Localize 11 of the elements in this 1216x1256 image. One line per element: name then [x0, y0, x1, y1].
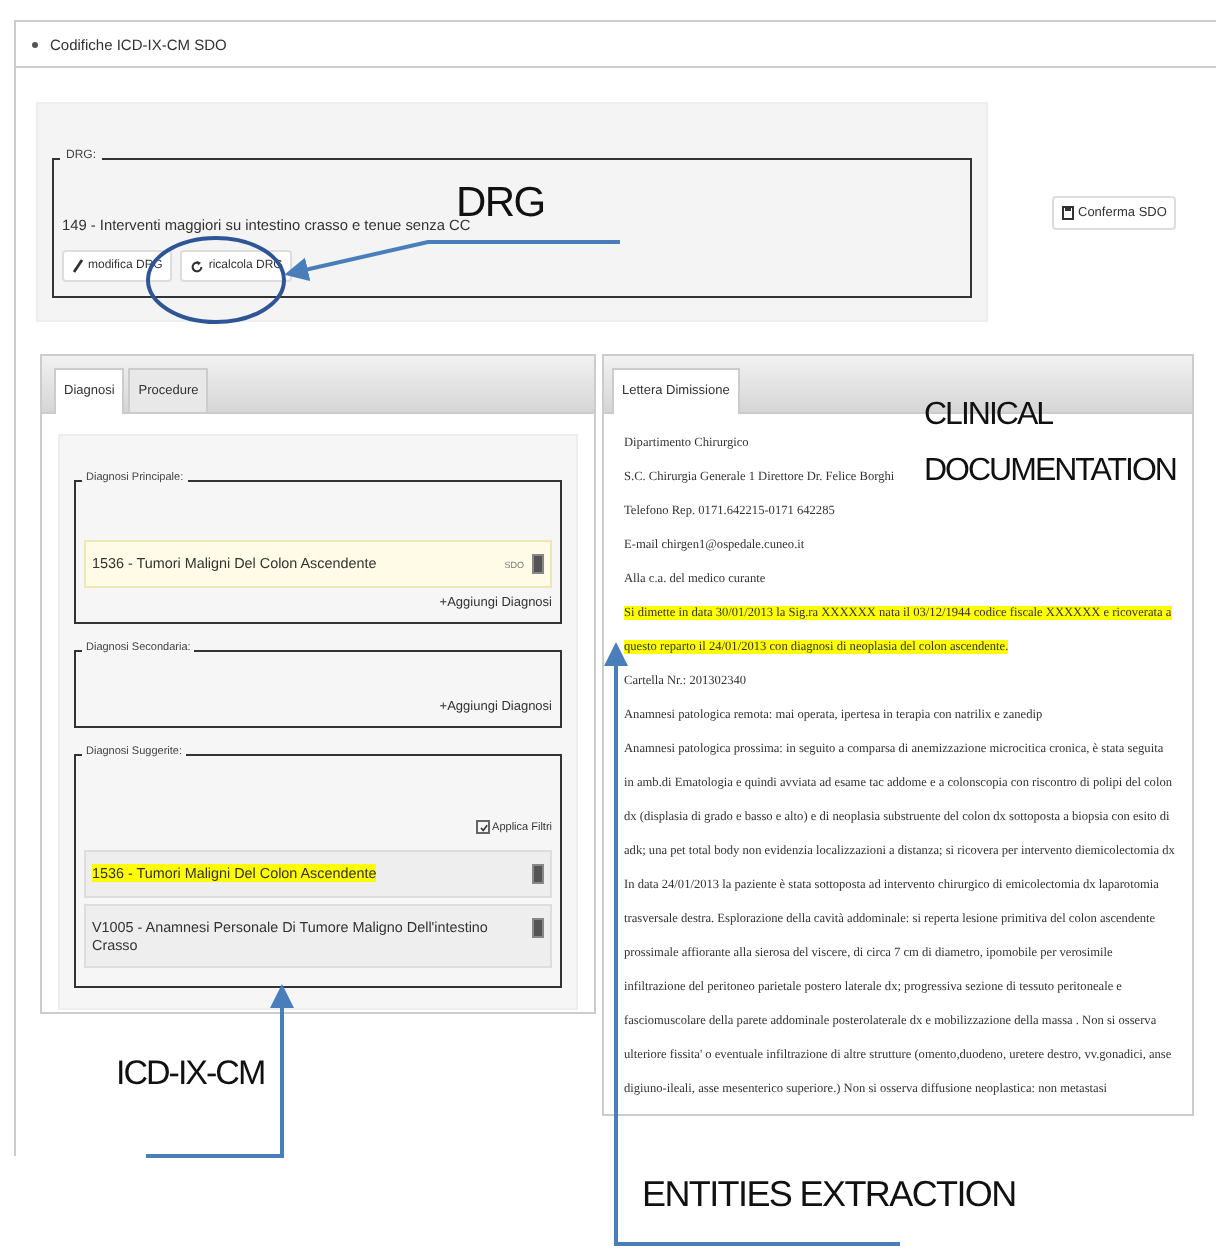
save-icon — [1062, 205, 1074, 219]
delete-icon[interactable] — [532, 864, 544, 884]
annotation-label: ICD-IX-CM — [116, 1054, 265, 1094]
collapse-icon[interactable] — [32, 41, 38, 47]
pencil-icon — [72, 258, 84, 274]
annotation-label: CLINICAL DOCUMENTATION — [924, 396, 1176, 492]
delete-icon[interactable] — [532, 554, 544, 574]
delete-icon[interactable] — [532, 918, 544, 938]
filter-checkbox[interactable] — [476, 820, 491, 834]
refresh-icon — [190, 259, 205, 273]
annotation-label: ENTITIES EXTRACTION — [642, 1174, 1016, 1216]
